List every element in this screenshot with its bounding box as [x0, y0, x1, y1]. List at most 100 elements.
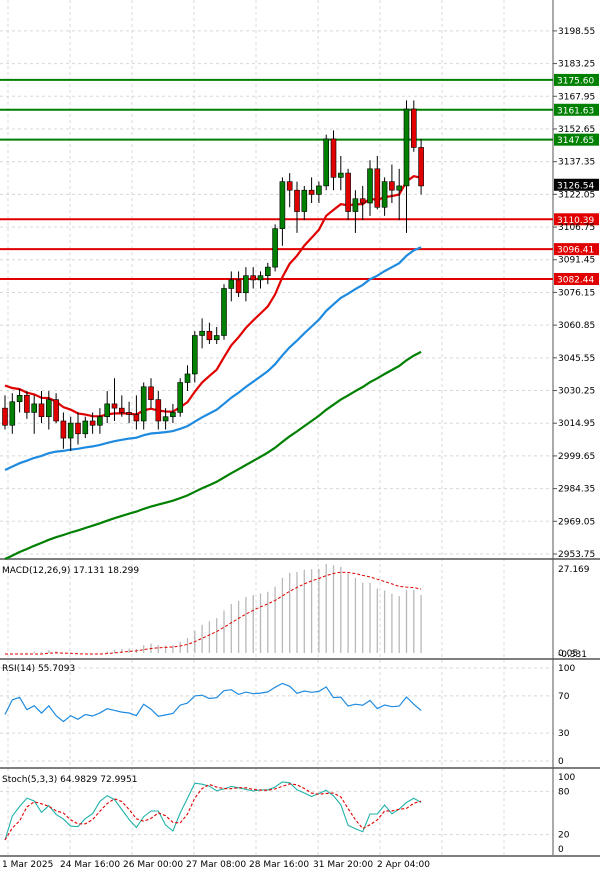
- candle-body-down: [89, 420, 96, 426]
- candle-body-up: [213, 335, 220, 341]
- y-tick-label: 3137.35: [558, 158, 595, 168]
- rsi-label: RSI(14) 55.7093: [2, 664, 75, 674]
- y-tick-label: 2969.05: [558, 517, 595, 527]
- candle-body-down: [38, 403, 45, 418]
- y-tick-label: 3045.55: [558, 354, 595, 364]
- candle-body-down: [133, 414, 140, 422]
- candle-layer: [2, 100, 424, 451]
- candle-body-down: [2, 407, 8, 426]
- y-tick-label: 3152.65: [558, 125, 595, 135]
- candle-body-up: [264, 266, 271, 276]
- y-tick-label: 3198.55: [558, 27, 595, 37]
- candle-body-down: [374, 168, 381, 208]
- candle-body-down: [206, 330, 213, 341]
- candle-body-up: [9, 401, 16, 426]
- level-label: 3161.63: [557, 106, 594, 116]
- level-label: 3147.65: [557, 136, 594, 146]
- macd-label: MACD(12,26,9) 17.131 18.299: [2, 566, 139, 576]
- candle-body-down: [294, 189, 300, 212]
- candle-body-down: [53, 399, 59, 422]
- candle-body-up: [177, 382, 183, 413]
- candle-body-up: [403, 108, 410, 187]
- y-tick-label: 3167.95: [558, 92, 595, 102]
- candle-body-down: [126, 412, 132, 415]
- candle-body-down: [111, 403, 118, 409]
- rsi-tick-label: 30: [558, 729, 570, 739]
- candle-body-up: [45, 399, 52, 418]
- macd-tick-label: -0.331: [558, 650, 587, 660]
- candle-body-down: [75, 422, 81, 435]
- candle-body-up: [140, 386, 147, 422]
- x-tick-label: 26 Mar 00:00: [123, 860, 183, 870]
- candle-body-down: [359, 198, 366, 204]
- candle-body-up: [228, 279, 235, 289]
- candle-body-up: [199, 330, 205, 336]
- stoch-tick-label: 20: [558, 831, 570, 841]
- ma-layer: [4, 175, 422, 560]
- candle-body-down: [119, 407, 125, 413]
- stoch-tick-label: 0: [558, 845, 564, 855]
- stoch-tick-label: 80: [558, 787, 570, 797]
- axis-layer: 3198.55 3183.25 3167.95 3152.65 3137.35 3122.…: [2, 27, 595, 870]
- candle-body-up: [352, 198, 359, 212]
- candle-body-up: [67, 422, 74, 439]
- candle-body-down: [418, 147, 424, 187]
- candle-body-up: [396, 185, 403, 191]
- candle-body-down: [235, 279, 242, 294]
- candle-body-up: [31, 403, 38, 413]
- x-tick-label: 31 Mar 20:00: [313, 860, 373, 870]
- candle-body-down: [308, 189, 315, 195]
- candle-body-up: [272, 228, 278, 268]
- candle-body-down: [250, 275, 256, 281]
- candle-body-up: [162, 416, 169, 422]
- rsi-tick-label: 0: [558, 757, 564, 767]
- stoch-label: Stoch(5,3,3) 64.9829 72.9951: [2, 775, 137, 785]
- candle-body-up: [316, 185, 322, 195]
- chart-svg: 3175.603161.633147.653110.393096.413082.…: [0, 0, 600, 870]
- x-tick-label: 24 Mar 16:00: [60, 860, 120, 870]
- stoch-k-line: [4, 781, 422, 841]
- y-tick-label: 3030.25: [558, 387, 595, 397]
- candle-body-up: [97, 416, 103, 426]
- stoch-d-line: [4, 783, 422, 841]
- candle-body-up: [221, 288, 227, 336]
- level-label: 3082.44: [557, 275, 594, 285]
- candle-body-up: [323, 138, 330, 187]
- candle-body-down: [389, 181, 395, 191]
- candle-body-down: [410, 108, 417, 148]
- y-tick-label: 2999.65: [558, 452, 595, 462]
- y-tick-label: 3060.85: [558, 321, 595, 331]
- y-tick-label: 3091.45: [558, 256, 595, 266]
- y-tick-label: 2984.35: [558, 485, 595, 495]
- candle-body-up: [257, 275, 264, 281]
- candle-body-up: [104, 403, 110, 418]
- candle-body-up: [367, 168, 373, 204]
- candle-body-down: [330, 138, 337, 178]
- candle-body-up: [82, 420, 89, 435]
- candle-body-up: [16, 395, 23, 403]
- candle-body-up: [301, 189, 308, 212]
- candle-body-up: [192, 335, 198, 375]
- x-tick-label: 1 Mar 2025: [2, 860, 53, 870]
- candle-body-up: [337, 172, 344, 178]
- y-tick-label: 3014.95: [558, 419, 595, 429]
- candle-body-down: [286, 181, 293, 191]
- x-tick-label: 27 Mar 08:00: [186, 860, 246, 870]
- candle-body-down: [148, 386, 154, 400]
- macd-tick-label: 27.169: [558, 565, 590, 575]
- level-label: 3175.60: [557, 76, 594, 86]
- candle-body-down: [60, 420, 67, 439]
- rsi-tick-label: 100: [558, 664, 575, 674]
- candle-body-up: [279, 181, 286, 229]
- y-tick-label: 3122.05: [558, 190, 595, 200]
- y-tick-label: 2953.75: [558, 550, 595, 560]
- indicator-layer: [4, 563, 422, 841]
- y-tick-label: 3183.25: [558, 60, 595, 70]
- y-tick-label: 3076.15: [558, 288, 595, 298]
- x-tick-label: 2 Apr 04:00: [377, 860, 430, 870]
- chart-root: 3175.60 3161.63 3147.65 3110.39 3096.41 3082.…: [0, 0, 600, 876]
- candle-body-down: [345, 172, 351, 212]
- candle-body-down: [155, 399, 162, 422]
- candle-body-up: [184, 373, 191, 383]
- candle-body-up: [381, 181, 388, 208]
